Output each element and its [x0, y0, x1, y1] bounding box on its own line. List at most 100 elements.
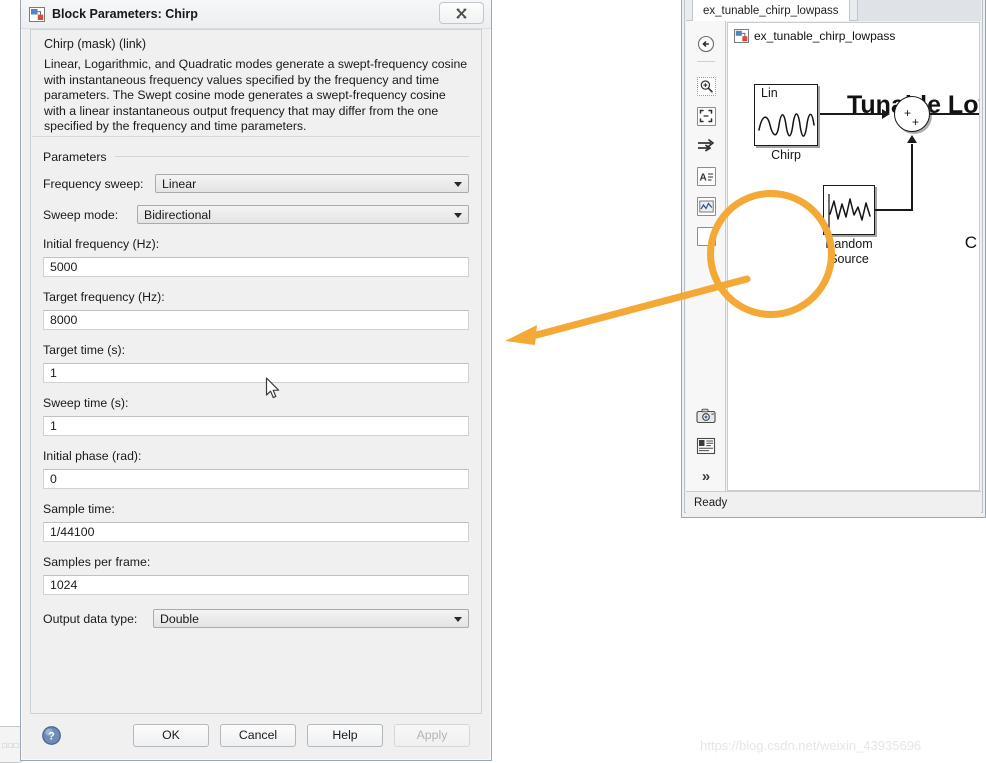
ok-button[interactable]: OK — [133, 723, 209, 747]
watermark: https://blog.csdn.net/weixin_43935696 — [700, 738, 922, 753]
status-text: Ready — [694, 496, 728, 509]
wire-sum-output — [930, 113, 979, 115]
fit-to-view-icon[interactable] — [693, 103, 719, 129]
arrowhead-random-to-sum — [907, 135, 917, 143]
field-target-frequency-input[interactable]: 8000 — [43, 310, 469, 330]
field-initial-frequency-input[interactable]: 5000 — [43, 257, 469, 277]
signal-routing-glyph — [698, 139, 714, 152]
close-icon[interactable] — [439, 2, 484, 24]
field-sweep-time-input[interactable]: 1 — [43, 416, 469, 436]
field-sweep-mode-value: Bidirectional — [144, 207, 211, 222]
sum-plus-top: + — [904, 106, 912, 120]
zoom-in-glyph — [696, 76, 716, 96]
field-target-time-input[interactable]: 1 — [43, 363, 469, 383]
cancel-button[interactable]: Cancel — [220, 723, 296, 747]
more-chevron-icon[interactable]: » — [693, 463, 719, 489]
canvas-right-text: C — [964, 233, 977, 252]
field-initial-frequency: Initial frequency (Hz): 5000 — [43, 237, 469, 277]
callout-arrow — [505, 275, 751, 345]
chevron-down-icon — [454, 181, 462, 187]
help-button[interactable]: Help — [307, 723, 383, 747]
navigate-back-glyph — [697, 35, 715, 53]
field-sweep-mode-select[interactable]: Bidirectional — [137, 205, 469, 224]
description-text: Linear, Logarithmic, and Quadratic modes… — [44, 57, 468, 134]
breadcrumb: ex_tunable_chirp_lowpass — [727, 22, 980, 49]
field-output-data-type-value: Double — [160, 611, 199, 626]
chirp-waveform-icon — [758, 113, 815, 137]
field-frequency-sweep: Frequency sweep: Linear — [43, 174, 469, 193]
apply-button: Apply — [394, 723, 470, 747]
breadcrumb-label[interactable]: ex_tunable_chirp_lowpass — [754, 29, 895, 43]
scope-image-icon[interactable] — [693, 193, 719, 219]
block-parameters-dialog: Block Parameters: Chirp Chirp (mask) (li… — [20, 0, 492, 761]
field-sweep-time: Sweep time (s): 1 — [43, 396, 469, 436]
field-samples-per-frame-input[interactable]: 1024 — [43, 575, 469, 595]
simulink-block-icon — [29, 6, 45, 22]
model-tab-strip: ex_tunable_chirp_lowpass — [686, 0, 981, 21]
field-sweep-mode: Sweep mode: Bidirectional — [43, 205, 469, 224]
legend-panel-glyph — [696, 437, 716, 455]
annotation-text-icon[interactable]: A — [693, 163, 719, 189]
mouse-cursor — [265, 377, 280, 399]
field-initial-phase-input[interactable]: 0 — [43, 469, 469, 489]
field-target-time: Target time (s): 1 — [43, 343, 469, 383]
field-output-data-type-select[interactable]: Double — [153, 609, 469, 628]
field-frequency-sweep-value: Linear — [162, 176, 197, 191]
model-legend-icon[interactable] — [693, 433, 719, 459]
simulink-block-glyph — [29, 6, 45, 22]
dialog-title-bar: Block Parameters: Chirp — [21, 0, 491, 29]
wire-random-h — [875, 209, 913, 211]
field-frequency-sweep-select[interactable]: Linear — [155, 174, 469, 193]
random-waveform-icon — [828, 194, 871, 230]
fit-corners-glyph — [699, 109, 713, 123]
field-target-frequency-label: Target frequency (Hz): — [43, 290, 165, 304]
description-heading: Chirp (mask) (link) — [44, 37, 147, 51]
random-source-block[interactable]: Random Source — [823, 185, 875, 266]
field-initial-phase: Initial phase (rad): 0 — [43, 449, 469, 489]
chirp-block-caption: Chirp — [771, 148, 801, 162]
chirp-block[interactable]: Lin Chirp — [754, 84, 818, 162]
chevron-down-icon — [454, 616, 462, 622]
signal-routing-icon[interactable] — [693, 133, 719, 159]
scope-image-glyph — [696, 196, 716, 216]
svg-text:?: ? — [48, 730, 55, 742]
background-dots: □□□ — [2, 741, 20, 750]
parameters-legend: Parameters — [43, 150, 115, 164]
field-output-data-type-label: Output data type: — [43, 611, 138, 626]
zoom-in-icon[interactable] — [693, 73, 719, 99]
magnifier-glyph — [700, 79, 713, 93]
navigate-back-icon[interactable] — [693, 31, 719, 57]
field-frequency-sweep-label: Frequency sweep: — [43, 176, 144, 191]
field-sample-time-label: Sample time: — [43, 502, 115, 516]
field-samples-per-frame: Samples per frame: 1024 — [43, 555, 469, 595]
field-initial-phase-label: Initial phase (rad): — [43, 449, 142, 463]
chirp-block-inner-label: Lin — [761, 86, 778, 100]
description-panel: Chirp (mask) (link) Linear, Logarithmic,… — [32, 31, 480, 137]
sum-plus-bottom: + — [912, 115, 920, 129]
svg-text:A: A — [699, 172, 706, 183]
field-sample-time: Sample time: 1/44100 — [43, 502, 469, 542]
annotation-text-glyph: A — [696, 166, 716, 186]
dialog-body: Chirp (mask) (link) Linear, Logarithmic,… — [30, 29, 482, 714]
sum-block[interactable]: + + — [894, 96, 930, 132]
simulink-model-icon — [734, 29, 749, 43]
wire-chirp-to-sum — [820, 113, 882, 115]
arrowhead-chirp-to-sum — [882, 109, 890, 119]
help-question-icon[interactable]: ? — [42, 725, 61, 745]
waveform-glyph — [698, 200, 714, 212]
fit-to-view-glyph — [696, 106, 716, 126]
dialog-footer: ? OK Cancel Help Apply — [30, 716, 482, 754]
field-output-data-type: Output data type: Double — [43, 609, 469, 628]
field-sweep-time-label: Sweep time (s): — [43, 396, 129, 410]
toolbar-divider — [697, 61, 715, 62]
camera-glyph — [696, 408, 716, 423]
parameters-group: Parameters Frequency sweep: Linear Sweep… — [43, 148, 469, 628]
field-sample-time-input[interactable]: 1/44100 — [43, 522, 469, 542]
close-glyph — [456, 8, 467, 18]
field-target-time-label: Target time (s): — [43, 343, 125, 357]
field-target-frequency: Target frequency (Hz): 8000 — [43, 290, 469, 330]
wire-random-v — [911, 144, 913, 210]
status-bar: Ready — [686, 491, 981, 513]
model-tab[interactable]: ex_tunable_chirp_lowpass — [692, 0, 850, 21]
camera-snapshot-icon[interactable] — [693, 403, 719, 429]
